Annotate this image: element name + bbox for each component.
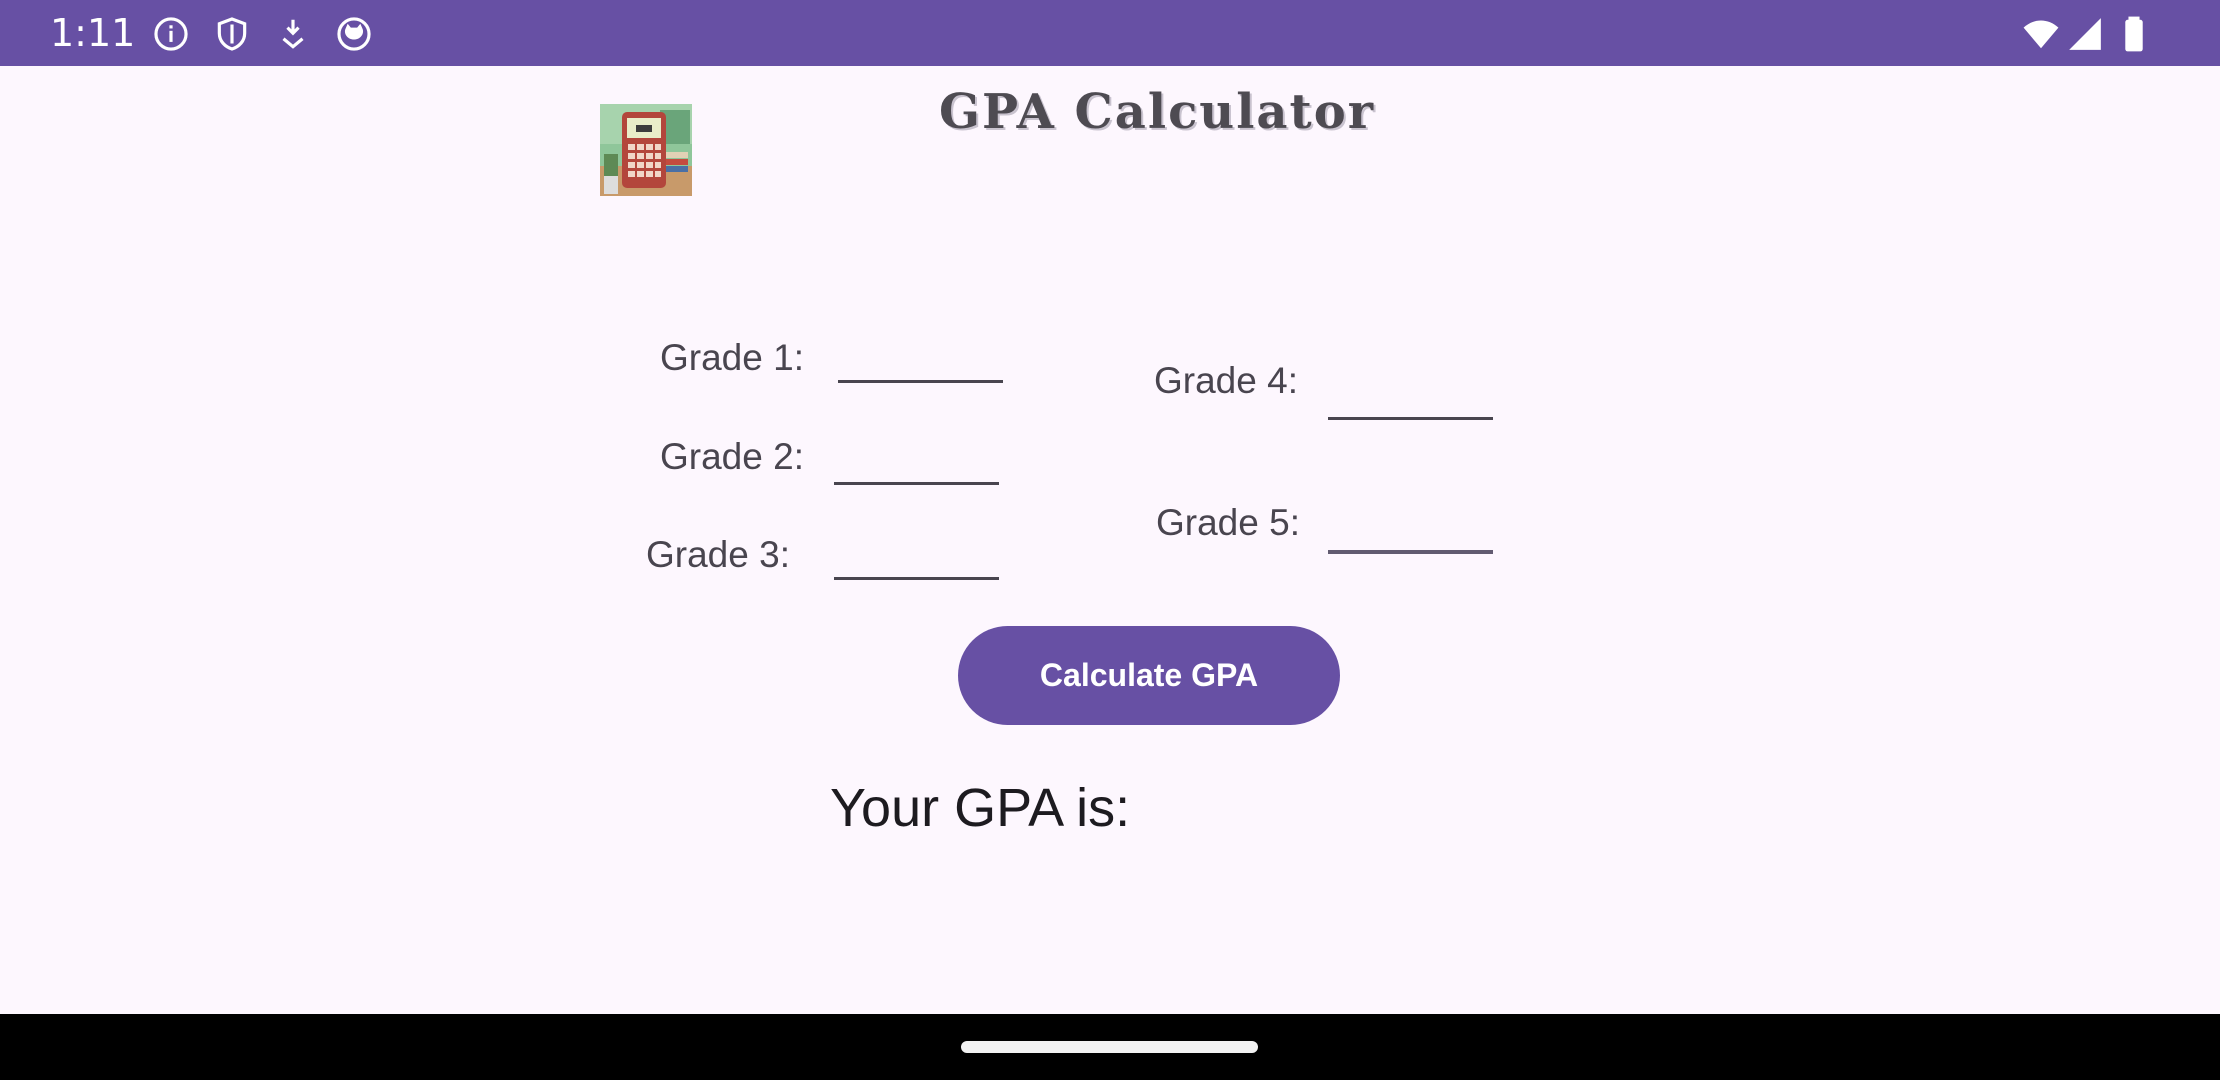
- grade-4-label: Grade 4:: [1154, 360, 1298, 401]
- grade-3-label: Grade 3:: [646, 534, 790, 575]
- wifi-icon: [2022, 15, 2060, 53]
- info-icon: [152, 15, 190, 53]
- cat-icon: [335, 15, 373, 53]
- grade-3-field[interactable]: [834, 533, 999, 580]
- status-time: 1:11: [50, 11, 136, 55]
- grade-5-label: Grade 5:: [1156, 502, 1300, 543]
- download-icon: [274, 15, 312, 53]
- navigation-bar: [0, 1014, 2220, 1080]
- calculate-gpa-button[interactable]: Calculate GPA: [958, 626, 1340, 725]
- battery-icon: [2115, 15, 2153, 53]
- status-bar: 1:11: [0, 0, 2220, 66]
- grade-4-field[interactable]: [1328, 373, 1493, 420]
- app-title: GPA Calculator: [938, 84, 1376, 140]
- shield-icon: [213, 15, 251, 53]
- grade-1-field[interactable]: [838, 336, 1003, 383]
- calculator-logo: [600, 104, 692, 196]
- gpa-result-label: Your GPA is:: [830, 778, 1131, 838]
- cell-signal-icon: [2066, 15, 2104, 53]
- grade-5-field[interactable]: [1328, 506, 1493, 554]
- grade-1-label: Grade 1:: [660, 337, 804, 378]
- grade-2-label: Grade 2:: [660, 436, 804, 477]
- home-gesture-handle[interactable]: [961, 1041, 1258, 1053]
- grade-2-field[interactable]: [834, 438, 999, 485]
